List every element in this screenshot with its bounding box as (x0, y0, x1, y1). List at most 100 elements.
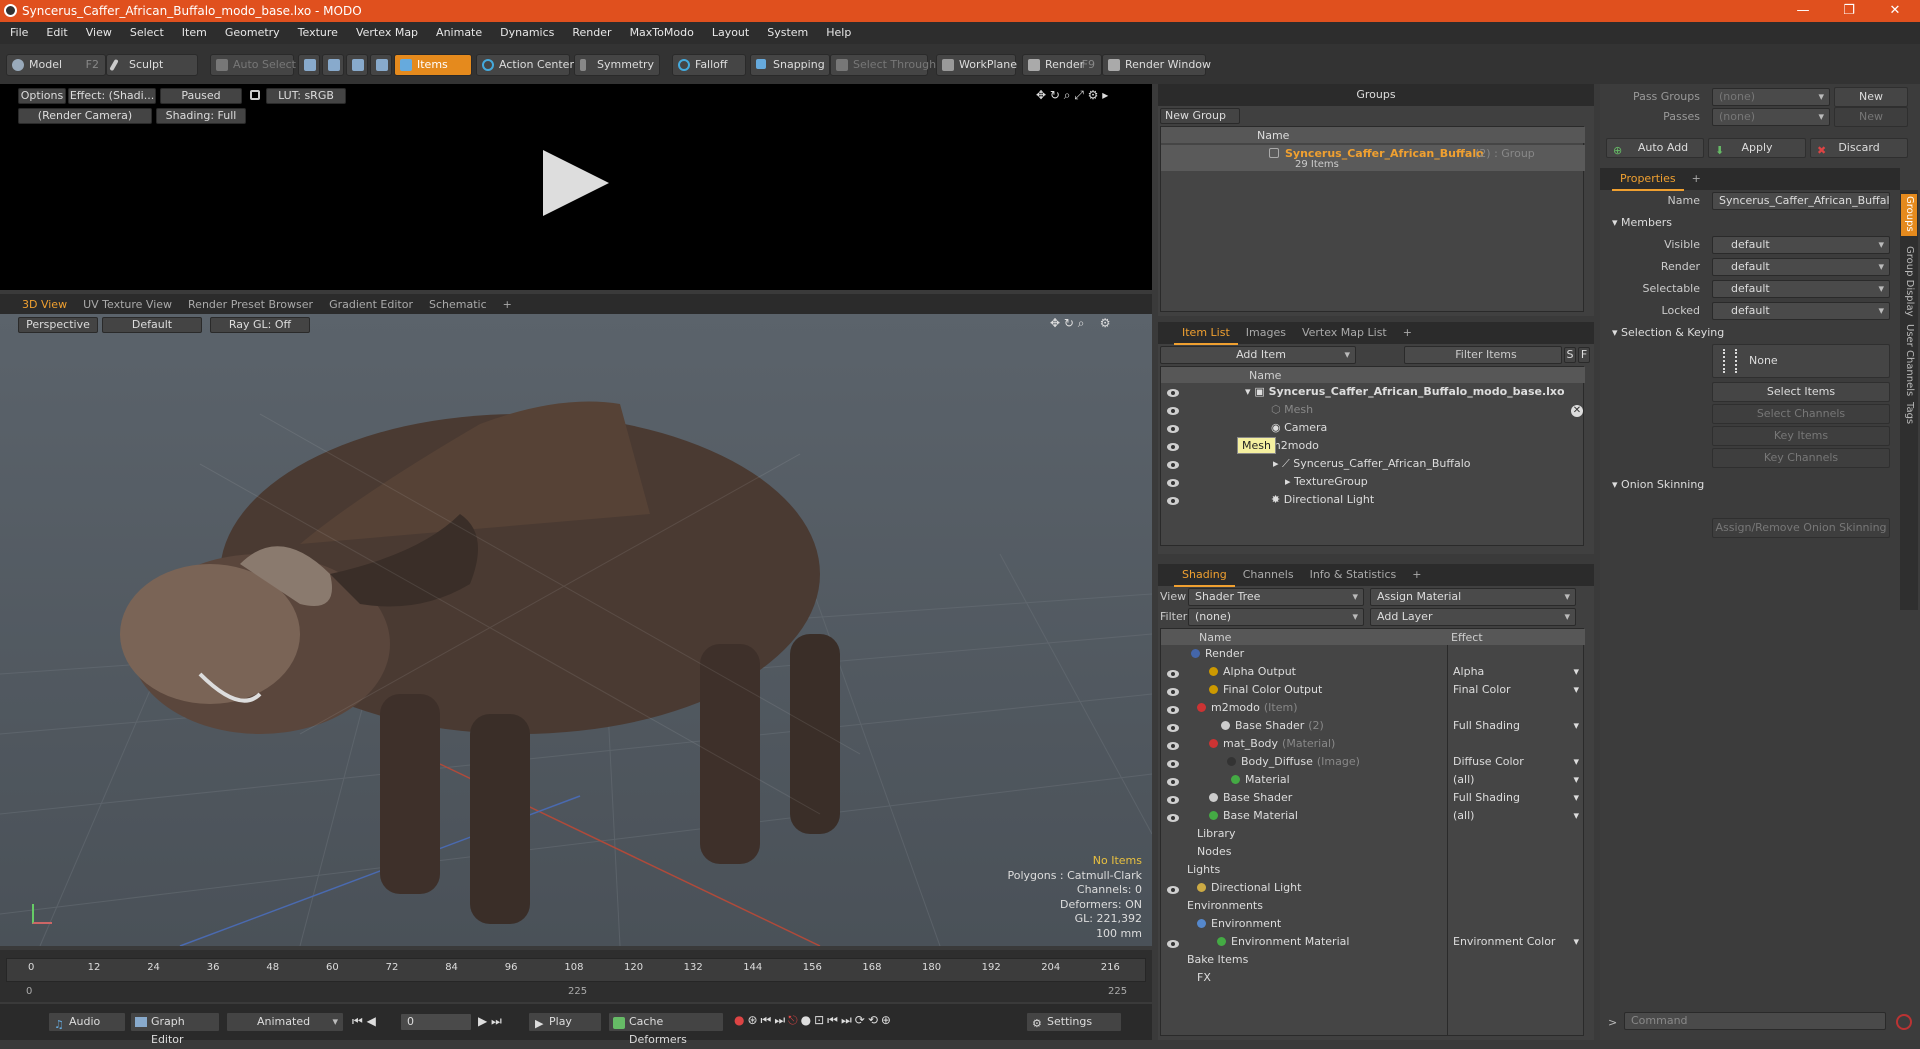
visibility-eye-icon[interactable] (1167, 479, 1179, 487)
record-macro-icon[interactable] (1896, 1014, 1912, 1030)
groups-list[interactable]: Name Syncerus_Caffer_African_Buffalo (2)… (1160, 126, 1585, 312)
locked-dropdown[interactable]: default (1712, 302, 1890, 320)
visibility-eye-icon[interactable] (1167, 443, 1179, 451)
add-properties-tab[interactable]: + (1684, 168, 1709, 189)
workplane-button[interactable]: WorkPlane (936, 54, 1017, 76)
timeline[interactable]: 0 12 24 36 48 60 72 84 96 108 120 132 144 156 168 180 19… (0, 950, 1152, 1002)
select-channels-button[interactable]: Select Channels (1712, 404, 1890, 424)
minimize-button[interactable]: — (1780, 0, 1826, 22)
list-item[interactable]: ▸ ⟋ Syncerus_Caffer_African_Buffalo (1273, 457, 1470, 475)
effect-dropdown[interactable]: Diffuse Color ▾ (1453, 755, 1581, 773)
audio-button[interactable]: ♫ Audio (48, 1012, 126, 1032)
sculpt-mode-button[interactable]: Sculpt (106, 54, 198, 76)
key-items-button[interactable]: Key Items (1712, 426, 1890, 446)
assign-material-dropdown[interactable]: Assign Material (1370, 588, 1576, 606)
new-pass-button[interactable]: New (1834, 107, 1908, 127)
menu-texture[interactable]: Texture (288, 22, 346, 39)
render-button[interactable]: Render F9 (1022, 54, 1102, 76)
preview-nav-icons[interactable]: ✥ ↻ ⌕ ⤢ ⚙ ▸ (1036, 88, 1108, 103)
add-itemlist-tab[interactable]: + (1395, 322, 1420, 343)
add-tab-button[interactable]: + (495, 294, 520, 315)
shader-row[interactable]: Bake Items (1187, 953, 1252, 971)
visible-dropdown[interactable]: default (1712, 236, 1890, 254)
preview-paused-button[interactable]: Paused (160, 88, 242, 104)
list-item[interactable]: ✸ Directional Light (1271, 493, 1374, 511)
raygl-dropdown[interactable]: Ray GL: Off (210, 317, 310, 333)
shader-row[interactable]: Base Shader (1209, 791, 1296, 809)
menu-dynamics[interactable]: Dynamics (490, 22, 562, 39)
menu-system[interactable]: System (757, 22, 816, 39)
items-mode-button[interactable]: Items (394, 54, 472, 76)
side-tab-tags[interactable]: Tags (1904, 402, 1915, 424)
tab-images[interactable]: Images (1238, 322, 1294, 343)
lock-icon[interactable] (250, 90, 260, 100)
frame-back-buttons[interactable]: ⏮ ◀ (352, 1014, 376, 1029)
shader-row[interactable]: Final Color Output (1209, 683, 1326, 701)
list-item[interactable]: ◉ Camera (1271, 421, 1327, 439)
menu-render[interactable]: Render (562, 22, 619, 39)
selectable-dropdown[interactable]: default (1712, 280, 1890, 298)
action-center-button[interactable]: Action Center (476, 54, 574, 76)
shader-row[interactable]: m2modo (Item) (1197, 701, 1298, 719)
visibility-eye-icon[interactable] (1167, 461, 1179, 469)
new-pass-group-button[interactable]: New (1834, 87, 1908, 107)
symmetry-button[interactable]: Symmetry (574, 54, 660, 76)
menu-help[interactable]: Help (816, 22, 859, 39)
tab-shading[interactable]: Shading (1174, 564, 1235, 587)
tab-info-statistics[interactable]: Info & Statistics (1302, 564, 1405, 585)
falloff-button[interactable]: Falloff (672, 54, 746, 76)
maximize-button[interactable]: ❐ (1826, 0, 1872, 22)
menu-animate[interactable]: Animate (426, 22, 490, 39)
menu-file[interactable]: File (0, 22, 36, 39)
remove-icon[interactable]: ✕ (1571, 405, 1583, 417)
shader-row[interactable]: Alpha Output (1209, 665, 1300, 683)
menu-edit[interactable]: Edit (36, 22, 75, 39)
edges-mode-button[interactable] (322, 54, 344, 76)
effect-dropdown[interactable]: Final Color ▾ (1453, 683, 1581, 701)
discard-button[interactable]: ✖ Discard (1810, 138, 1908, 158)
shader-row[interactable]: mat_Body (Material) (1209, 737, 1335, 755)
auto-select-button[interactable]: Auto Select (210, 54, 296, 76)
menu-geometry[interactable]: Geometry (215, 22, 288, 39)
tab-uv-texture-view[interactable]: UV Texture View (75, 294, 180, 315)
auto-add-button[interactable]: ⊕ Auto Add (1606, 138, 1704, 158)
list-item[interactable]: ⬡ Mesh (1271, 403, 1313, 421)
visibility-eye-icon[interactable] (1167, 688, 1179, 696)
visibility-eye-icon[interactable] (1167, 724, 1179, 732)
shader-row[interactable]: Body_Diffuse (Image) (1227, 755, 1360, 773)
shader-row[interactable]: FX (1197, 971, 1215, 989)
close-button[interactable]: ✕ (1872, 0, 1918, 22)
select-items-button[interactable]: Select Items (1712, 382, 1890, 402)
list-item[interactable]: ▸ TextureGroup (1285, 475, 1368, 493)
effect-dropdown[interactable]: Alpha ▾ (1453, 665, 1581, 683)
shader-row[interactable]: Nodes (1197, 845, 1235, 863)
group-name-input[interactable]: Syncerus_Caffer_African_Buffalo (1712, 192, 1890, 210)
tab-vertex-map-list[interactable]: Vertex Map List (1294, 322, 1395, 343)
shader-row[interactable]: Environment (1197, 917, 1285, 935)
onion-skinning-section[interactable]: ▾ Onion Skinning (1612, 478, 1704, 491)
add-item-dropdown[interactable]: Add Item (1160, 346, 1356, 364)
shader-row[interactable]: Render (1191, 647, 1248, 665)
filter-items-input[interactable]: Filter Items (1404, 346, 1562, 364)
tab-render-preset-browser[interactable]: Render Preset Browser (180, 294, 321, 315)
add-layer-dropdown[interactable]: Add Layer (1370, 608, 1576, 626)
effect-dropdown[interactable]: (all) ▾ (1453, 773, 1581, 791)
side-tab-group-display[interactable]: Group Display (1904, 246, 1915, 316)
visibility-eye-icon[interactable] (1167, 742, 1179, 750)
materials-mode-button[interactable] (370, 54, 392, 76)
menu-vertex-map[interactable]: Vertex Map (346, 22, 426, 39)
tab-gradient-editor[interactable]: Gradient Editor (321, 294, 421, 315)
effect-dropdown[interactable]: (all) ▾ (1453, 809, 1581, 827)
preview-effect-dropdown[interactable]: Effect: (Shadi... (68, 88, 156, 104)
apply-button[interactable]: ⬇ Apply (1708, 138, 1806, 158)
effect-dropdown[interactable]: Full Shading ▾ (1453, 719, 1581, 737)
visibility-eye-icon[interactable] (1167, 407, 1179, 415)
play-icon[interactable] (543, 150, 609, 216)
effect-dropdown[interactable]: Environment Color ▾ (1453, 935, 1581, 953)
menu-layout[interactable]: Layout (702, 22, 757, 39)
visibility-eye-icon[interactable] (1167, 778, 1179, 786)
cache-deformers-button[interactable]: Cache Deformers (608, 1012, 724, 1046)
item-list[interactable]: Name ▾ ▣ Syncerus_Caffer_African_Buffalo… (1160, 366, 1585, 546)
vertices-mode-button[interactable] (298, 54, 320, 76)
polygons-mode-button[interactable] (346, 54, 368, 76)
